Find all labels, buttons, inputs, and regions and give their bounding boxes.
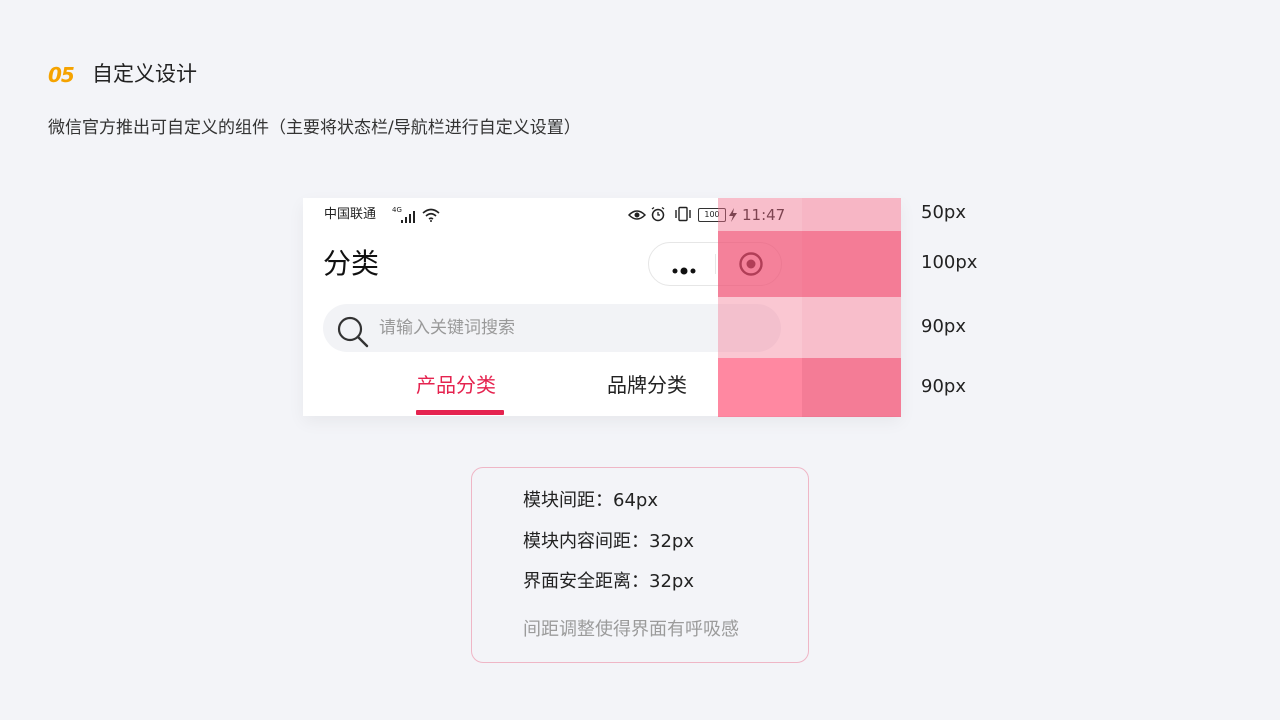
alarm-icon	[650, 206, 666, 226]
tab-brand-category[interactable]: 品牌分类	[607, 370, 687, 400]
search-input[interactable]	[379, 318, 709, 338]
margin-overlay	[718, 297, 802, 358]
page-title: 分类	[323, 247, 380, 280]
margin-overlay	[718, 358, 802, 417]
carrier-label: 中国联通	[324, 207, 377, 222]
spacing-info-box: 模块间距：64px 模块内容间距：32px 界面安全距离：32px 间距调整使得…	[471, 467, 809, 663]
wifi-icon	[421, 207, 441, 226]
search-icon	[336, 315, 370, 353]
search-bar[interactable]	[323, 304, 781, 352]
margin-overlay	[802, 198, 901, 231]
safe-distance-text: 界面安全距离：32px	[523, 571, 694, 592]
eye-icon	[627, 207, 647, 226]
info-footer-text: 间距调整使得界面有呼吸感	[523, 619, 739, 640]
tab-active-indicator	[416, 410, 504, 415]
module-spacing-text: 模块间距：64px	[523, 490, 658, 511]
margin-overlay	[718, 231, 802, 297]
margin-overlay	[802, 231, 901, 297]
intro-text: 微信官方推出可自定义的组件（主要将状态栏/导航栏进行自定义设置）	[48, 118, 581, 138]
measure-label-nav: 100px	[921, 252, 978, 273]
margin-overlay	[802, 297, 901, 358]
margin-overlay	[802, 358, 901, 417]
more-icon[interactable]	[671, 260, 697, 279]
vibrate-icon	[673, 206, 693, 226]
margin-overlay	[718, 198, 802, 231]
content-spacing-text: 模块内容间距：32px	[523, 531, 694, 552]
measure-label-search: 90px	[921, 316, 966, 337]
section-number: 05	[48, 63, 75, 87]
capsule-divider	[715, 254, 716, 274]
measure-label-status: 50px	[921, 202, 966, 223]
signal-icon	[401, 208, 417, 227]
tab-product-category[interactable]: 产品分类	[416, 370, 496, 400]
section-title: 自定义设计	[92, 62, 197, 86]
measure-label-tabs: 90px	[921, 376, 966, 397]
